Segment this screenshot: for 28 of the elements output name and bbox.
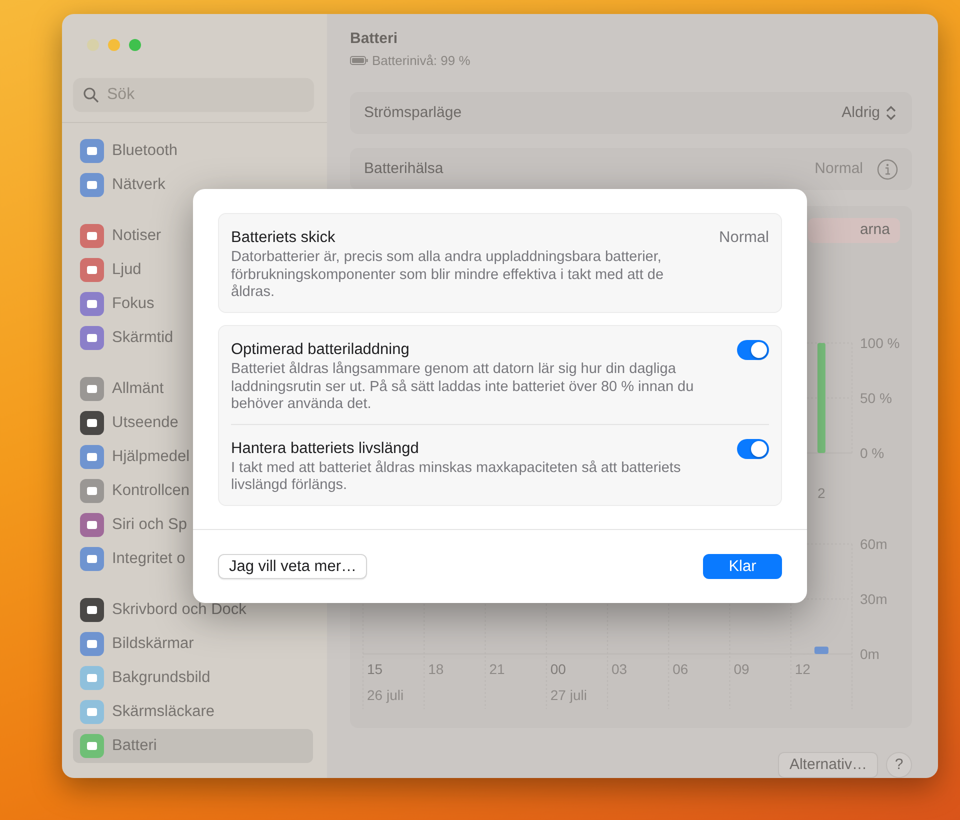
- axis-tick-label: 100 %: [860, 335, 900, 351]
- setting-title: Hantera batteriets livslängd: [231, 438, 419, 458]
- axis-tick-label: 60m: [860, 536, 888, 552]
- page-title: Batteri: [350, 29, 399, 49]
- axis-tick-label: 30m: [860, 591, 888, 607]
- setting-description: I takt med att batteriet åldras minskas maxkapaciteten så att batteriets livslängd förlängs.: [231, 460, 682, 495]
- axis-tick-label: 12: [794, 661, 810, 677]
- axis-tick-label: 06: [672, 661, 688, 677]
- status-value: Normal: [719, 228, 769, 248]
- axis-tick-label: 0 %: [860, 445, 884, 461]
- setting-title: Optimerad batteriladdning: [231, 340, 410, 360]
- setting-description: Datorbatterier är, precis som alla andra uppladdningsbara batterier, förbrukningskomponenter som blir mindre effektiva i takt med att de åldras.: [231, 249, 665, 302]
- axis-tick-label: 15: [367, 661, 383, 677]
- row-label: Batterihälsa: [364, 158, 444, 179]
- row-label: Strömsparläge: [364, 102, 462, 123]
- axis-tick-label: 09: [734, 661, 750, 677]
- date-label: 26 juli: [367, 687, 404, 703]
- battery-level-text: Batterinivå: 99 %: [372, 52, 470, 70]
- axis-tick-label: 21: [489, 661, 505, 677]
- axis-tick-label: 18: [428, 661, 444, 677]
- axis-tick-label: 00: [550, 661, 566, 677]
- axis-tick-label: 50 %: [860, 390, 892, 406]
- setting-title: Batteriets skick: [231, 228, 336, 248]
- axis-tick-label: 0m: [860, 646, 880, 662]
- date-label: 27 juli: [550, 687, 587, 703]
- status-value: Normal: [814, 158, 863, 179]
- setting-description: Batteriet åldras långsammare genom att datorn lär sig hur din dagliga laddningsrutin ser ut. På så sätt laddas inte batteriet över 80 % innan du behöver använda det.: [231, 361, 695, 414]
- axis-tick-label: 03: [612, 661, 628, 677]
